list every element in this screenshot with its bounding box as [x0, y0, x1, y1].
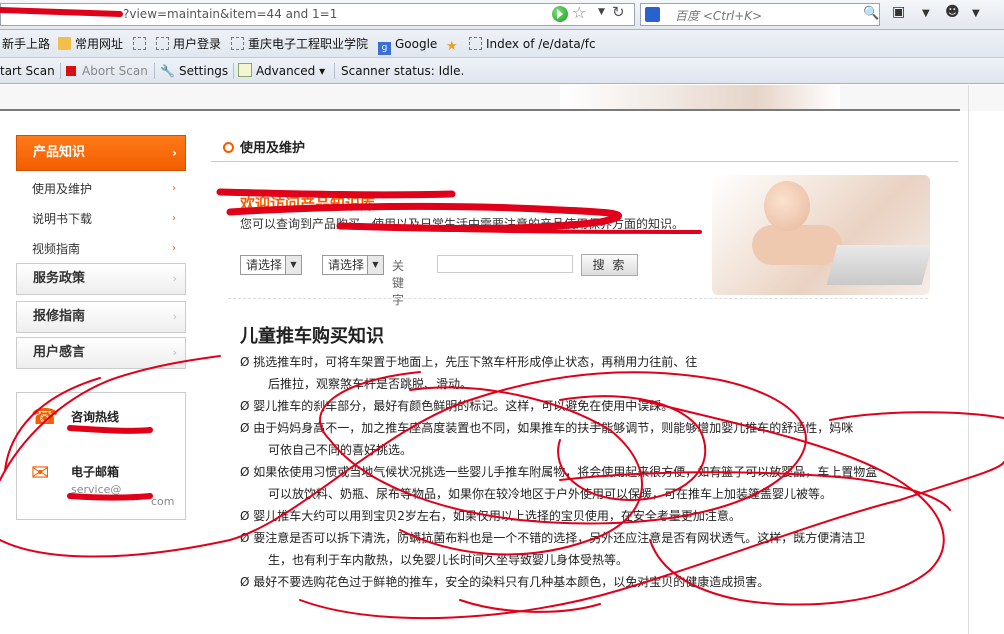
abort-scan-button[interactable]: Abort Scan — [66, 63, 148, 79]
advanced-button[interactable]: Advanced ▾ — [238, 63, 325, 79]
addon-icon[interactable]: ☻ — [945, 4, 960, 20]
bookmark-index[interactable]: Index of /e/data/fc — [469, 36, 596, 52]
chevron-right-icon: › — [172, 183, 176, 194]
advanced-icon — [238, 63, 252, 77]
list-item: 可依自己不同的喜好挑选。 — [268, 443, 413, 457]
go-icon[interactable] — [552, 6, 568, 22]
sidebar-item-usage[interactable]: 使用及维护 › — [32, 177, 182, 201]
sidebar-section-repair-guide[interactable]: 报修指南 › — [16, 301, 186, 333]
list-item: Ø 由于妈妈身高不一，加之推车座高度装置也不同，如果推车的扶手能够调节，则能够增… — [240, 421, 854, 435]
page-icon — [231, 37, 244, 50]
search-placeholder: 百度 <Ctrl+K> — [675, 9, 763, 23]
bookmark-blank[interactable] — [133, 36, 150, 52]
sidebar-section-testimonials[interactable]: 用户感言 › — [16, 337, 186, 369]
star-icon: ★ — [446, 39, 458, 54]
browser-navigation-bar: ?view=maintain&item=44 and 1=1 ☆ ▼ ↻ 🐾 百… — [0, 0, 1004, 30]
telephone-icon: ☎ — [31, 405, 59, 430]
addon-dropdown-icon[interactable]: ▼ — [972, 8, 980, 19]
chevron-right-icon: › — [172, 272, 177, 285]
bookmark-star[interactable]: ★ — [446, 36, 463, 54]
baidu-paw-icon[interactable]: 🐾 — [645, 7, 660, 22]
keyword-input[interactable] — [437, 255, 573, 273]
search-box[interactable]: 🐾 百度 <Ctrl+K> 🔍 — [640, 3, 880, 26]
sidebar-item-manuals[interactable]: 说明书下载 › — [32, 207, 182, 231]
bookmark-user-login[interactable]: 用户登录 — [156, 36, 221, 52]
scanner-toolbar: tart Scan Abort Scan 🔧 Settings Advanced … — [0, 58, 1004, 84]
bookmark-newbie[interactable]: 新手上路 — [2, 36, 50, 52]
chevron-right-icon: › — [172, 146, 177, 160]
screenshot-root: ?view=maintain&item=44 and 1=1 ☆ ▼ ↻ 🐾 百… — [0, 0, 1004, 634]
chevron-right-icon: › — [172, 310, 177, 323]
tool-dropdown-icon[interactable]: ▼ — [922, 8, 930, 19]
sidebar-heading-product-knowledge[interactable]: 产品知识 › — [16, 135, 186, 171]
list-item: Ø 如果依使用习惯或当地气候状况挑选一些婴儿手推车附属物，将会使用起来很方便，如… — [240, 465, 878, 479]
circle-bullet-icon — [223, 142, 234, 153]
welcome-heading: 欢迎访问产品知识库 — [240, 195, 376, 213]
address-bar[interactable]: ?view=maintain&item=44 and 1=1 — [0, 3, 635, 26]
dropdown-arrow-icon: ▼ — [285, 256, 301, 274]
envelope-icon: ✉ — [31, 461, 50, 486]
list-item: Ø 婴儿推车的刹车部分，最好有颜色鲜明的标记。这样，可以避免在使用中误踩。 — [240, 399, 674, 413]
web-page: 产品知识 › 使用及维护 › 说明书下载 › 视频指南 › 服务政策 › 报修指南 › 用户… — [0, 85, 1004, 634]
list-item: 可以放饮料、奶瓶、尿布等物品，如果你在较冷地区于户外使用可以保暖，可在推车上加装… — [268, 487, 833, 501]
bookmark-college[interactable]: 重庆电子工程职业学院 — [231, 36, 368, 52]
dropdown-arrow-icon: ▼ — [367, 256, 383, 274]
article-title: 儿童推车购买知识 — [240, 326, 384, 347]
list-item: Ø 最好不要选购花色过于鲜艳的推车，安全的染料只有几种基本颜色，以免对宝贝的健康… — [240, 575, 770, 589]
site-header — [0, 85, 1004, 111]
folder-icon — [58, 37, 71, 50]
settings-button[interactable]: 🔧 Settings — [160, 63, 228, 79]
wrench-icon: 🔧 — [160, 64, 175, 78]
stop-icon — [66, 66, 76, 76]
page-icon — [156, 37, 169, 50]
google-icon: g — [378, 42, 391, 55]
search-button[interactable]: 搜 索 — [581, 254, 638, 276]
intro-text: 您可以查询到产品购买、使用以及日常生活中需要注意的产品使用保养方面的知识。 — [240, 217, 685, 231]
email-prefix: service@ — [71, 483, 122, 496]
start-scan-button[interactable]: tart Scan — [0, 63, 55, 79]
baby-banner-image — [712, 175, 930, 295]
bookmark-google[interactable]: g Google — [378, 36, 437, 55]
page-icon — [469, 37, 482, 50]
sidebar-section-service-policy[interactable]: 服务政策 › — [16, 263, 186, 295]
category-select-2[interactable]: 请选择 ▼ — [322, 255, 384, 275]
email-label: 电子邮箱 — [71, 465, 120, 479]
hotline-label: 咨询热线 — [71, 410, 120, 424]
keyword-label: 关键字 — [392, 259, 405, 307]
page-icon — [133, 37, 146, 50]
bookmarks-bar: 新手上路 常用网址 用户登录 重庆电子工程职业学院 g Google ★ Inde… — [0, 30, 1004, 58]
contact-box: ☎ 咨询热线 ✉ 电子邮箱 service@ com — [16, 392, 186, 520]
bookmark-common-sites[interactable]: 常用网址 — [58, 36, 123, 52]
list-item: Ø 挑选推车时，可将车架置于地面上，先压下煞车杆形成停止状态，再稍用力往前、往 — [240, 355, 698, 369]
email-suffix: com — [151, 495, 175, 508]
list-item: 生，也有利于车内散热，以免婴儿长时间久坐导致婴儿身体受热等。 — [268, 553, 629, 567]
chevron-right-icon: › — [172, 243, 176, 254]
list-item: Ø 婴儿推车大约可以用到宝贝2岁左右，如果仅用以上选择的宝贝使用，在安全考量更加… — [240, 509, 741, 523]
chevron-right-icon: › — [172, 346, 177, 359]
scanner-status: Scanner status: Idle. — [341, 64, 465, 78]
header-banner-image — [560, 85, 840, 109]
section-title: 使用及维护 — [223, 137, 305, 156]
list-item: Ø 要注意是否可以拆下清洗，防螨抗菌布料也是一个不错的选择，另外还应注意是否有网… — [240, 531, 866, 545]
reload-icon[interactable]: ↻ — [612, 3, 625, 21]
history-dropdown-icon[interactable]: ▼ — [598, 7, 605, 17]
category-select-1[interactable]: 请选择 ▼ — [240, 255, 302, 275]
screenshot-tool-icon[interactable]: ▣ — [892, 4, 905, 20]
search-icon[interactable]: 🔍 — [863, 6, 879, 21]
bookmark-star-icon[interactable]: ☆ — [572, 3, 586, 22]
header-divider — [0, 109, 960, 111]
chevron-right-icon: › — [172, 213, 176, 224]
list-item: 后推拉，观察煞车杆是否跳脱、滑动。 — [268, 377, 473, 391]
sidebar-item-videos[interactable]: 视频指南 › — [32, 237, 182, 261]
